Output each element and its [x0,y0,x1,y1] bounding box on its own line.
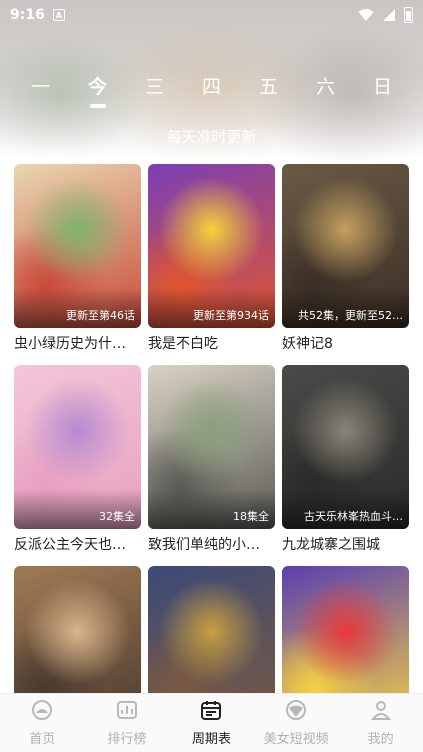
tab-label: 周期表 [191,732,231,747]
weekday-tab-5[interactable]: 六 [306,72,346,112]
anime-card[interactable]: 共52集，更新至52… 妖神记8 [282,164,409,353]
episode-badge: 古天乐林峯热血斗… [304,510,403,523]
wifi-icon [358,9,374,21]
status-time: 9:16 [10,7,45,23]
anime-card[interactable]: 32集全反派公主今天也… [14,365,141,554]
anime-grid: 更新至第46话 虫小绿历史为什… 更新至第934话 我是不白吃 共52集，更新至52… 妖… [14,164,410,752]
anime-card[interactable]: 古天乐林峯热血斗… 九龙城寨之围城 [282,365,409,554]
weekday-tab-1[interactable]: 今 [78,72,118,112]
poster-image[interactable]: 古天乐林峯热血斗… [282,365,409,529]
anime-title[interactable]: 虫小绿历史为什… [14,333,141,353]
battery-icon [404,7,413,23]
schedule-subtitle: 每天准时更新 [166,128,257,146]
tab-home[interactable]: 首页 [2,699,82,747]
tab-label: 美女短视频 [263,732,329,747]
tab-label: 我的 [367,732,394,747]
app-notification-icon: A [52,9,65,21]
poster-image[interactable]: 18集全 [148,365,275,529]
episode-badge: 更新至第934话 [193,309,269,322]
episode-badge: 共52集，更新至52… [298,309,403,322]
ranking-icon [116,699,138,728]
weekday-tab-6[interactable]: 日 [363,72,403,112]
anime-title[interactable]: 致我们单纯的小… [148,534,275,554]
anime-card[interactable]: 更新至第46话虫小绿历史为什… [14,164,141,353]
episode-badge: 32集全 [99,510,135,523]
weekday-tabs: 一今三四五六日 [0,72,423,112]
weekday-tab-0[interactable]: 一 [21,72,61,112]
tab-label: 排行榜 [107,732,147,747]
weekday-tab-2[interactable]: 三 [135,72,175,112]
signal-icon [383,9,395,21]
calendar-icon [200,699,222,728]
anime-title[interactable]: 妖神记8 [282,333,409,353]
weekday-tab-4[interactable]: 五 [249,72,289,112]
bottom-tab-bar: 首页 排行榜 周期表 美女短视频 我的 [0,693,423,752]
anime-title[interactable]: 反派公主今天也… [14,534,141,554]
tab-profile[interactable]: 我的 [341,699,421,747]
poster-image[interactable]: 更新至第934话 [148,164,275,328]
profile-icon [370,699,392,728]
episode-badge: 更新至第46话 [66,309,135,322]
status-bar: 9:16 A [0,0,423,30]
anime-card[interactable]: 18集全致我们单纯的小… [148,365,275,554]
anime-card[interactable]: 更新至第934话我是不白吃 [148,164,275,353]
tab-calendar[interactable]: 周期表 [171,699,251,747]
poster-image[interactable]: 32集全 [14,365,141,529]
status-right-icons [358,7,413,23]
short-video-icon [285,699,307,728]
episode-badge: 18集全 [233,510,269,523]
weekday-tab-3[interactable]: 四 [192,72,232,112]
tab-label: 首页 [29,732,56,747]
home-icon [31,699,53,728]
poster-image[interactable]: 更新至第46话 [14,164,141,328]
anime-title[interactable]: 我是不白吃 [148,333,275,353]
poster-image[interactable]: 共52集，更新至52… [282,164,409,328]
anime-title[interactable]: 九龙城寨之围城 [282,534,409,554]
tab-ranking[interactable]: 排行榜 [87,699,167,747]
tab-short-video[interactable]: 美女短视频 [256,699,336,747]
